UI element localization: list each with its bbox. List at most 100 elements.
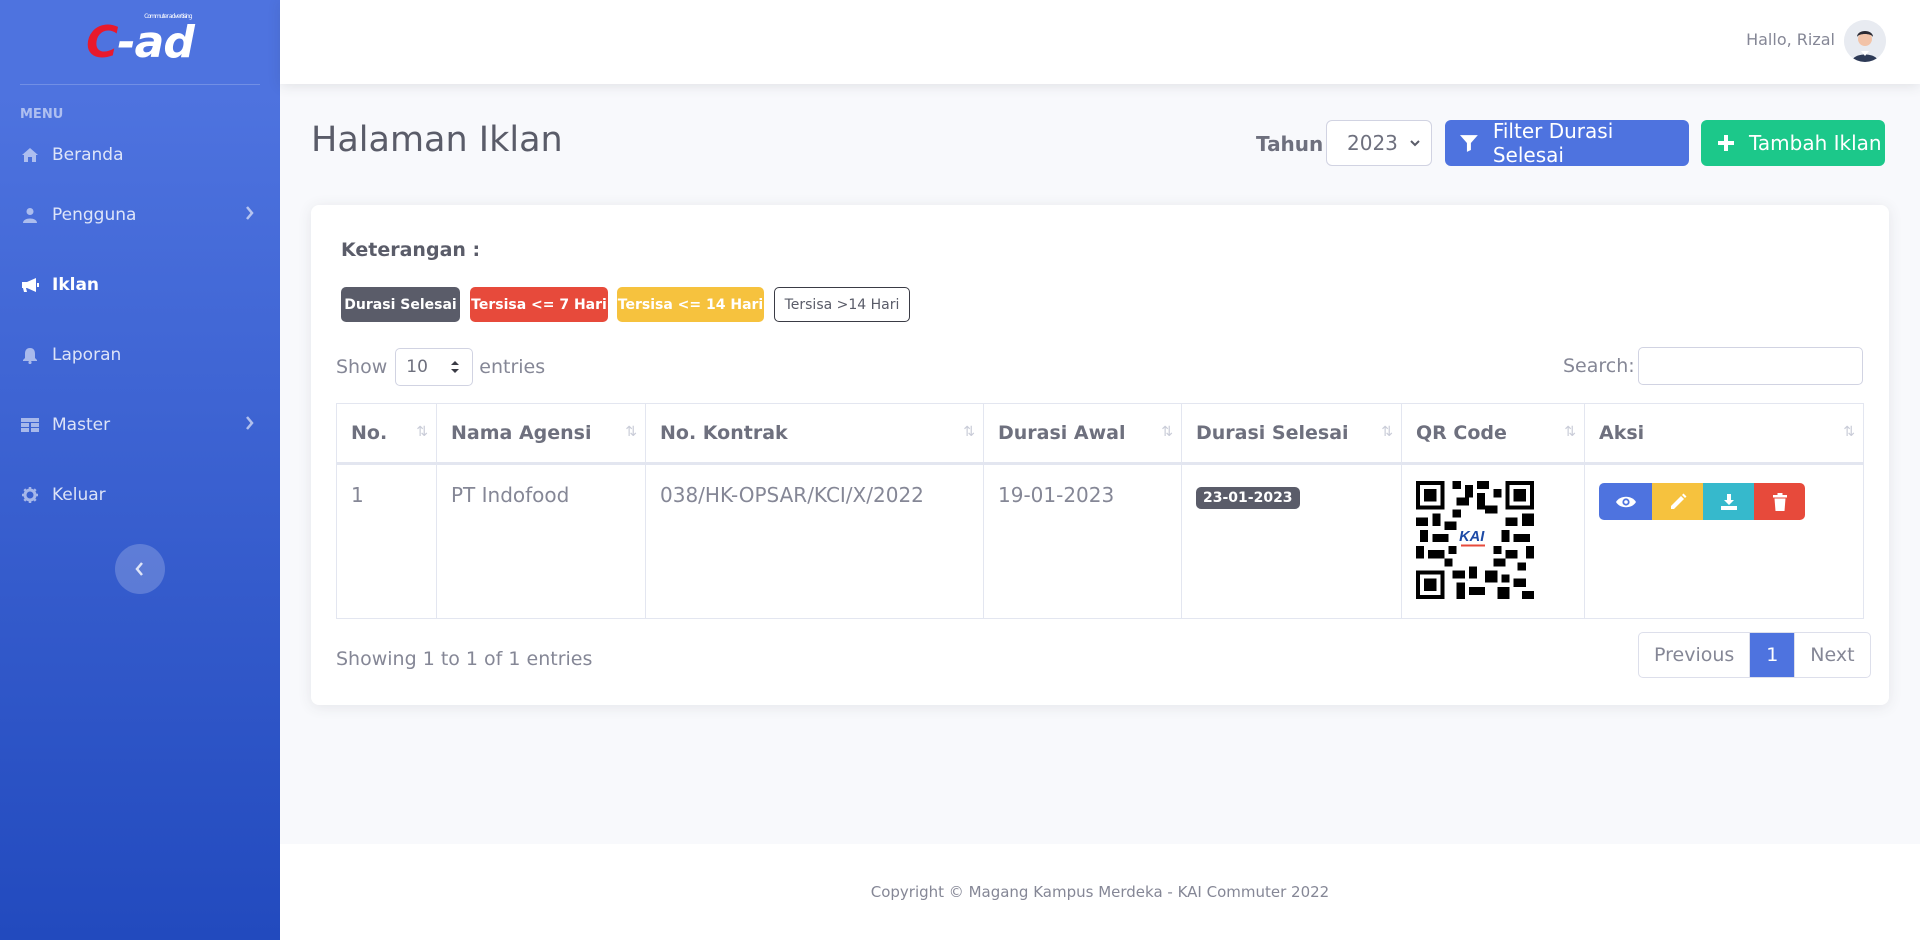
- legend-badge-14-hari: Tersisa <= 14 Hari: [617, 287, 764, 322]
- pencil-icon: [1670, 493, 1686, 509]
- table-row: 1 PT Indofood 038/HK-OPSAR/KCI/X/2022 19…: [336, 463, 1864, 619]
- legend-badge-durasi-selesai: Durasi Selesai: [341, 287, 460, 322]
- filter-durasi-button[interactable]: Filter Durasi Selesai: [1445, 119, 1689, 167]
- sort-icon: ⇅: [1381, 424, 1393, 440]
- year-label: Tahun: [1256, 132, 1324, 156]
- delete-button[interactable]: [1754, 483, 1805, 520]
- cell-aksi: [1584, 463, 1864, 619]
- sidebar-item-laporan[interactable]: Laporan: [0, 320, 280, 390]
- column-header-kontrak[interactable]: No. Kontrak ⇅: [645, 403, 984, 465]
- chevron-right-icon: [245, 205, 254, 225]
- table-icon: [20, 416, 40, 434]
- column-header-agensi[interactable]: Nama Agensi ⇅: [436, 403, 646, 465]
- filter-icon: [1459, 135, 1478, 152]
- year-select-value: 2023: [1347, 131, 1398, 155]
- user-icon: [20, 206, 40, 224]
- entries-label: entries: [479, 356, 546, 378]
- brand-logo-c: C: [86, 16, 118, 68]
- search-input[interactable]: [1638, 347, 1863, 385]
- bell-icon: [20, 346, 40, 364]
- column-header-label: No. Kontrak: [660, 422, 788, 444]
- sidebar-item-label: Pengguna: [52, 205, 137, 225]
- column-header-label: Durasi Selesai: [1196, 422, 1349, 444]
- table-info: Showing 1 to 1 of 1 entries: [336, 648, 593, 670]
- action-button-group: [1599, 483, 1849, 520]
- qr-logo-text: KAI: [1459, 529, 1485, 545]
- sidebar-item-pengguna[interactable]: Pengguna: [0, 180, 280, 250]
- filter-durasi-label: Filter Durasi Selesai: [1492, 119, 1614, 167]
- legend-badge-lebih-14-hari: Tersisa >14 Hari: [774, 287, 910, 322]
- user-greeting[interactable]: Hallo, Rizal: [1746, 30, 1835, 49]
- footer: Copyright © Magang Kampus Merdeka - KAI …: [280, 844, 1920, 940]
- legend-label: Keterangan :: [341, 239, 481, 261]
- sort-arrows-icon: [451, 361, 460, 373]
- sort-icon: ⇅: [1564, 424, 1576, 440]
- sort-icon: ⇅: [963, 424, 975, 440]
- pagination-next[interactable]: Next: [1794, 633, 1869, 677]
- sidebar-item-iklan[interactable]: Iklan: [0, 250, 280, 320]
- column-header-label: Aksi: [1599, 422, 1645, 444]
- sidebar-item-label: Keluar: [52, 485, 106, 505]
- sidebar: C-ad Commuter advertising MENU Beranda P…: [0, 0, 280, 940]
- brand-tagline: Commuter advertising: [144, 12, 192, 20]
- sort-icon: ⇅: [1843, 424, 1855, 440]
- column-header-label: Durasi Awal: [998, 422, 1126, 444]
- pagination-previous[interactable]: Previous: [1639, 633, 1751, 677]
- iklan-card: Keterangan : Durasi Selesai Tersisa <= 7…: [311, 205, 1889, 705]
- search-label: Search:: [1563, 355, 1635, 377]
- column-header-label: Nama Agensi: [451, 422, 592, 444]
- sidebar-item-keluar[interactable]: Keluar: [0, 460, 280, 530]
- sidebar-item-label: Master: [52, 415, 111, 435]
- plus-icon: [1718, 135, 1734, 151]
- sidebar-toggle-button[interactable]: [115, 544, 165, 594]
- cell-agensi: PT Indofood: [436, 463, 646, 619]
- eye-icon: [1615, 496, 1636, 507]
- sort-icon: ⇅: [1161, 424, 1173, 440]
- column-header-label: QR Code: [1416, 422, 1507, 444]
- page-title: Halaman Iklan: [311, 120, 563, 160]
- column-header-durasi-awal[interactable]: Durasi Awal ⇅: [983, 403, 1182, 465]
- column-header-label: No.: [351, 422, 388, 444]
- show-entries: Show 10 entries: [336, 348, 545, 386]
- column-header-qr-code[interactable]: QR Code ⇅: [1401, 403, 1585, 465]
- column-header-durasi-selesai[interactable]: Durasi Selesai ⇅: [1181, 403, 1402, 465]
- pagination-page-1[interactable]: 1: [1750, 633, 1795, 677]
- year-select[interactable]: 2023: [1326, 120, 1432, 166]
- sidebar-item-label: Laporan: [52, 345, 122, 365]
- entries-length-select[interactable]: 10: [395, 348, 474, 386]
- chevron-left-icon: [135, 562, 143, 576]
- cell-durasi-awal: 19-01-2023: [983, 463, 1182, 619]
- sidebar-item-label: Iklan: [52, 275, 100, 295]
- chevron-right-icon: [245, 415, 254, 435]
- cell-qr-code: KAI: [1401, 463, 1585, 619]
- column-header-aksi[interactable]: Aksi ⇅: [1584, 403, 1864, 465]
- gear-icon: [20, 486, 40, 504]
- legend-badge-7-hari: Tersisa <= 7 Hari: [470, 287, 608, 322]
- bullhorn-icon: [20, 276, 40, 294]
- brand-logo: C-ad Commuter advertising: [86, 13, 195, 68]
- sidebar-item-master[interactable]: Master: [0, 390, 280, 460]
- brand-logo-text: -ad: [117, 16, 194, 68]
- edit-button[interactable]: [1652, 483, 1703, 520]
- topbar: Hallo, Rizal: [280, 0, 1920, 84]
- sidebar-item-beranda[interactable]: Beranda: [0, 130, 280, 180]
- download-icon: [1720, 493, 1737, 510]
- pagination: Previous 1 Next: [1638, 632, 1871, 678]
- sidebar-heading: MENU: [20, 107, 64, 122]
- brand[interactable]: C-ad Commuter advertising: [0, 0, 280, 84]
- qr-code-image[interactable]: KAI: [1416, 481, 1534, 599]
- view-button[interactable]: [1599, 483, 1652, 520]
- add-iklan-button[interactable]: Tambah Iklan: [1701, 120, 1885, 166]
- home-icon: [20, 146, 40, 164]
- cell-durasi-selesai: 23-01-2023: [1181, 463, 1402, 619]
- avatar[interactable]: [1844, 20, 1886, 62]
- footer-copyright: Copyright © Magang Kampus Merdeka - KAI …: [870, 883, 1330, 901]
- durasi-selesai-badge: 23-01-2023: [1196, 487, 1300, 509]
- download-button[interactable]: [1703, 483, 1754, 520]
- column-header-no[interactable]: No. ⇅: [336, 403, 437, 465]
- sort-icon: ⇅: [625, 424, 637, 440]
- cell-kontrak: 038/HK-OPSAR/KCI/X/2022: [645, 463, 984, 619]
- table-header-row: No. ⇅ Nama Agensi ⇅ No. Kontrak ⇅ Durasi Aw…: [336, 403, 1864, 465]
- show-label: Show: [336, 356, 388, 378]
- trash-icon: [1772, 492, 1787, 511]
